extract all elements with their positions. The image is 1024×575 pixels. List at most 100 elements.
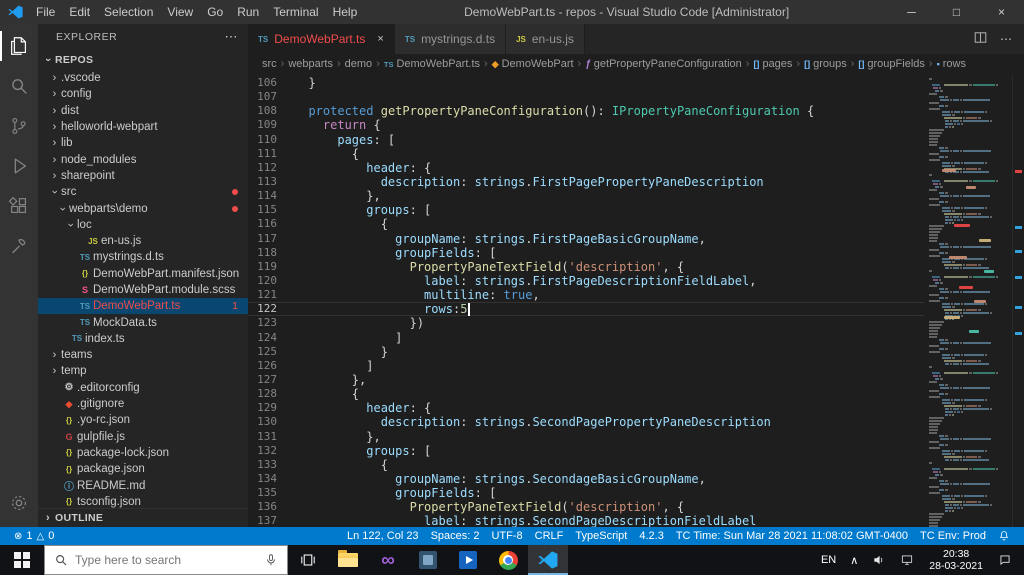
menu-run[interactable]: Run xyxy=(230,1,266,23)
tree-item-webparts-demo[interactable]: › webparts\demo xyxy=(38,200,248,216)
overview-ruler[interactable] xyxy=(1012,74,1024,527)
tree-item-en-us-js[interactable]: JS en-us.js xyxy=(38,233,248,249)
menu-selection[interactable]: Selection xyxy=(97,1,160,23)
file-explorer-taskbar-icon[interactable] xyxy=(328,545,368,575)
code-line-119[interactable]: 119 PropertyPaneTextField('description',… xyxy=(248,260,924,274)
code-line-126[interactable]: 126 ] xyxy=(248,359,924,373)
tools-icon[interactable] xyxy=(0,226,38,266)
status-tc-time[interactable]: TC Time: Sun Mar 28 2021 11:08:02 GMT-04… xyxy=(670,530,914,542)
code-line-114[interactable]: 114 }, xyxy=(248,189,924,203)
tree-item-gitignore[interactable]: ◆ .gitignore xyxy=(38,396,248,412)
code-line-123[interactable]: 123 }) xyxy=(248,316,924,330)
code-line-132[interactable]: 132 groups: [ xyxy=(248,444,924,458)
code-line-124[interactable]: 124 ] xyxy=(248,331,924,345)
breadcrumb-demowebpart[interactable]: ◆ DemoWebPart xyxy=(492,58,574,70)
tree-item-dist[interactable]: › dist xyxy=(38,103,248,119)
status-utf-8[interactable]: UTF-8 xyxy=(485,530,528,542)
code-line-106[interactable]: 106 } xyxy=(248,76,924,90)
settings-icon[interactable] xyxy=(0,483,38,523)
code-line-135[interactable]: 135 groupFields: [ xyxy=(248,486,924,500)
tree-item-demowebpart-module-scss[interactable]: S DemoWebPart.module.scss xyxy=(38,282,248,298)
vscode-taskbar-icon[interactable] xyxy=(528,545,568,575)
network-icon[interactable] xyxy=(893,545,921,575)
breadcrumb-rows[interactable]: ▪ rows xyxy=(937,58,966,70)
problems-indicator[interactable]: ⊗ 1 △ 0 xyxy=(8,530,60,542)
tree-item-editorconfig[interactable]: ⚙ .editorconfig xyxy=(38,380,248,396)
breadcrumb-demo[interactable]: demo xyxy=(345,58,373,70)
menu-terminal[interactable]: Terminal xyxy=(266,1,325,23)
tree-item-temp[interactable]: › temp xyxy=(38,363,248,379)
code-line-131[interactable]: 131 }, xyxy=(248,430,924,444)
code-line-112[interactable]: 112 header: { xyxy=(248,161,924,175)
tree-item-mockdata-ts[interactable]: TS MockData.ts xyxy=(38,314,248,330)
extensions-icon[interactable] xyxy=(0,186,38,226)
menu-view[interactable]: View xyxy=(160,1,200,23)
volume-icon[interactable] xyxy=(865,545,893,575)
tree-item-yo-rc-json[interactable]: {} .yo-rc.json xyxy=(38,412,248,428)
status-typescript[interactable]: TypeScript xyxy=(569,530,633,542)
menu-go[interactable]: Go xyxy=(200,1,230,23)
chrome-taskbar-icon[interactable] xyxy=(488,545,528,575)
breadcrumb-src[interactable]: src xyxy=(262,58,277,70)
code-line-111[interactable]: 111 { xyxy=(248,147,924,161)
tree-item-index-ts[interactable]: TS index.ts xyxy=(38,331,248,347)
menu-edit[interactable]: Edit xyxy=(62,1,97,23)
source-control-icon[interactable] xyxy=(0,106,38,146)
hidden-icons-chevron[interactable]: ∧ xyxy=(843,545,865,575)
section-outline[interactable]: › OUTLINE xyxy=(38,508,248,527)
tree-item-demowebpart-manifest-json[interactable]: {} DemoWebPart.manifest.json xyxy=(38,266,248,282)
code-line-115[interactable]: 115 groups: [ xyxy=(248,203,924,217)
tab-en-us-js[interactable]: JS en-us.js xyxy=(506,24,585,54)
code-line-128[interactable]: 128 { xyxy=(248,387,924,401)
tree-item-tsconfig-json[interactable]: {} tsconfig.json xyxy=(38,494,248,508)
more-actions-icon[interactable]: ⋯ xyxy=(1000,32,1012,46)
tree-item-sharepoint[interactable]: › sharepoint xyxy=(38,168,248,184)
code-line-117[interactable]: 117 groupName: strings.FirstPageBasicGro… xyxy=(248,232,924,246)
code-line-134[interactable]: 134 groupName: strings.SecondageBasicGro… xyxy=(248,472,924,486)
tree-item-readme-md[interactable]: ⓘ README.md xyxy=(38,477,248,494)
notification-center-icon[interactable] xyxy=(991,545,1019,575)
code-line-125[interactable]: 125 } xyxy=(248,345,924,359)
tree-item-loc[interactable]: › loc xyxy=(38,217,248,233)
split-editor-icon[interactable] xyxy=(973,30,988,48)
search-icon[interactable] xyxy=(0,66,38,106)
tree-item-config[interactable]: › config xyxy=(38,86,248,102)
breadcrumb-demowebpart-ts[interactable]: TS DemoWebPart.ts xyxy=(384,58,480,70)
tree-item-lib[interactable]: › lib xyxy=(38,135,248,151)
tree-item-package-lock-json[interactable]: {} package-lock.json xyxy=(38,445,248,461)
tree-item-helloworld-webpart[interactable]: › helloworld-webpart xyxy=(38,119,248,135)
taskbar-search[interactable] xyxy=(44,545,288,575)
notifications-bell-icon[interactable] xyxy=(992,530,1016,542)
tree-item-teams[interactable]: › teams xyxy=(38,347,248,363)
breadcrumb-groupfields[interactable]: [] groupFields xyxy=(858,58,924,70)
minimap[interactable] xyxy=(924,74,1012,527)
status-tc-env[interactable]: TC Env: Prod xyxy=(914,530,992,542)
code-line-108[interactable]: 108 protected getPropertyPaneConfigurati… xyxy=(248,104,924,118)
breadcrumb-groups[interactable]: [] groups xyxy=(804,58,847,70)
code-line-136[interactable]: 136 PropertyPaneTextField('description',… xyxy=(248,500,924,514)
code-line-129[interactable]: 129 header: { xyxy=(248,401,924,415)
tree-item-mystrings-d-ts[interactable]: TS mystrings.d.ts xyxy=(38,249,248,265)
tree-item-vscode[interactable]: › .vscode xyxy=(38,70,248,86)
code-line-120[interactable]: 120 label: strings.FirstPageDescriptionF… xyxy=(248,274,924,288)
section-repos[interactable]: › REPOS xyxy=(38,50,248,69)
status-crlf[interactable]: CRLF xyxy=(529,530,570,542)
tab-demowebpart-ts[interactable]: TS DemoWebPart.ts × xyxy=(248,24,395,54)
taskbar-clock[interactable]: 20:38 28-03-2021 xyxy=(921,545,991,575)
status-4-2-3[interactable]: 4.2.3 xyxy=(633,530,669,542)
close-button[interactable]: × xyxy=(979,0,1024,24)
explorer-icon[interactable] xyxy=(0,26,38,66)
run-debug-icon[interactable] xyxy=(0,146,38,186)
code-line-137[interactable]: 137 label: strings.SecondPageDescription… xyxy=(248,514,924,527)
visual-studio-taskbar-icon[interactable]: ∞ xyxy=(368,545,408,575)
code-line-127[interactable]: 127 }, xyxy=(248,373,924,387)
code-line-107[interactable]: 107 xyxy=(248,90,924,104)
breadcrumb-getpropertypaneconfiguration[interactable]: ƒ getPropertyPaneConfiguration xyxy=(585,58,742,70)
maximize-button[interactable]: □ xyxy=(934,0,979,24)
search-input[interactable] xyxy=(75,553,257,567)
app-media-taskbar-icon[interactable] xyxy=(448,545,488,575)
code-line-133[interactable]: 133 { xyxy=(248,458,924,472)
code-line-110[interactable]: 110 pages: [ xyxy=(248,133,924,147)
code-line-109[interactable]: 109 return { xyxy=(248,118,924,132)
code-line-130[interactable]: 130 description: strings.SecondPagePrope… xyxy=(248,415,924,429)
